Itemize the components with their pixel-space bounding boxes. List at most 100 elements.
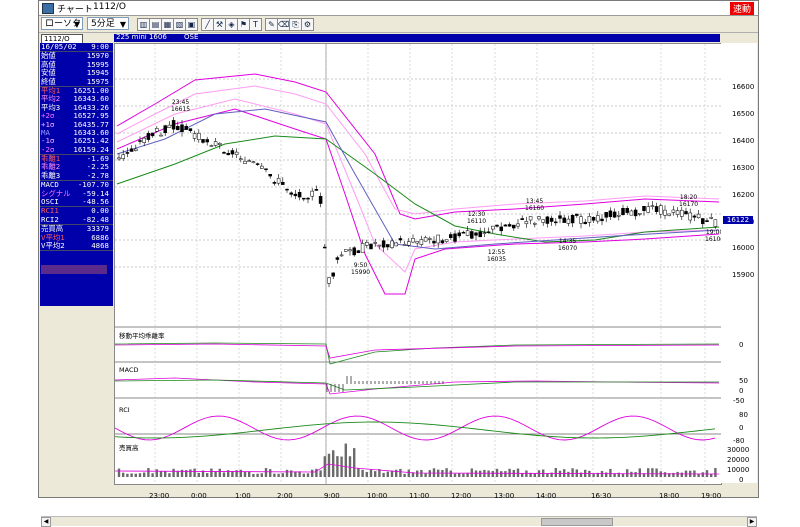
candle-body — [297, 192, 302, 198]
info-row-label: RCI2 — [41, 214, 59, 224]
live-badge[interactable]: 速動 — [729, 2, 754, 15]
volume-bar — [424, 473, 427, 477]
candle-body — [260, 165, 264, 169]
volume-bar — [159, 471, 163, 477]
scroll-right-icon[interactable]: ▶ — [747, 517, 757, 527]
chevron-down-icon: ▼ — [73, 20, 80, 29]
volume-bar — [458, 473, 461, 477]
text-icon[interactable]: T — [249, 18, 262, 31]
time-tick-label: 1:00 — [235, 492, 251, 500]
scroll-thumb[interactable] — [541, 518, 613, 526]
candle-body — [243, 160, 247, 165]
volume-bar — [336, 456, 339, 477]
candle-body — [621, 207, 625, 216]
candle-body — [268, 174, 272, 177]
zoom-icon[interactable]: ▣ — [185, 18, 198, 31]
price-annotation: 18:20 16170 — [679, 194, 698, 208]
toolbar: ローソク ▼ 5分足 ▼ ▥ ▤ ▦ ▧ ▣ ╱ ⚒ ◈ ⚑ T ✎ ⌫ ⎘ ⚙ — [39, 16, 758, 33]
chart-plot[interactable]: 移動平均乖離率 MACD RCI 売買高 23:45 16615 9:50 15990… — [114, 43, 724, 485]
candle-body — [713, 219, 718, 227]
info-row-value: -2.78 — [86, 170, 109, 180]
time-scrollbar[interactable]: ◀ ▶ — [41, 516, 757, 527]
candle-body — [323, 246, 327, 249]
candle-body — [428, 238, 432, 240]
candle-body — [512, 224, 516, 229]
volume-bar — [210, 468, 213, 477]
candle-body — [444, 239, 449, 242]
volume-bar — [117, 468, 121, 477]
time-tick-label: 16:30 — [591, 492, 612, 500]
volume-bar — [130, 473, 133, 477]
candle-body — [671, 209, 676, 213]
volume-bar — [155, 469, 158, 477]
volume-bar — [563, 469, 566, 477]
chart-svg — [115, 44, 721, 484]
volume-bar — [445, 468, 448, 477]
candle-body — [222, 152, 226, 154]
interval-value: 5分足 — [91, 19, 115, 29]
candle-body — [575, 213, 579, 216]
candle-body — [482, 232, 487, 234]
candle-body — [659, 205, 663, 215]
settings-icon[interactable]: ⚙ — [301, 18, 314, 31]
volume-bar — [151, 473, 154, 477]
price-annotation: 12:30 16110 — [467, 211, 487, 225]
candle-body — [608, 210, 613, 218]
candle-body — [180, 124, 184, 133]
candle-body — [633, 209, 638, 217]
candle-body — [440, 240, 445, 244]
volume-bar — [311, 469, 314, 477]
candle-body — [272, 182, 277, 184]
candle-body — [533, 223, 537, 225]
rci-tick-label: 0 — [739, 424, 744, 432]
info-row: V平均2 4868 — [40, 241, 113, 252]
info-time: 9:00 — [91, 42, 109, 51]
volume-bar — [500, 471, 503, 477]
candle-body — [554, 221, 558, 224]
volume-bar — [252, 473, 255, 477]
time-tick-label: 19:00 — [701, 492, 722, 500]
candle-body — [650, 205, 655, 207]
info-row-label: 乖離3 — [41, 170, 61, 180]
volume-bar — [521, 473, 524, 477]
candle-body — [285, 188, 289, 191]
annotation-price: 16070 — [558, 244, 578, 252]
interval-select[interactable]: 5分足 ▼ — [87, 17, 129, 30]
annotation-price: 16035 — [487, 255, 507, 263]
volume-bar — [651, 468, 654, 477]
candle-body — [596, 215, 600, 222]
volume-bar — [504, 471, 507, 477]
volume-bar — [353, 448, 356, 477]
candle-body — [386, 244, 390, 248]
candle-body — [117, 157, 121, 160]
candle-body — [213, 141, 218, 146]
volume-bar — [420, 469, 423, 477]
scroll-left-icon[interactable]: ◀ — [41, 517, 51, 527]
candle-body — [642, 206, 646, 211]
candle-body — [570, 214, 575, 224]
volume-bar — [705, 470, 709, 477]
lower-band-2 — [116, 108, 720, 295]
volume-bar — [214, 471, 217, 477]
rci-tick-label: -80 — [733, 437, 745, 445]
volume-panel-title: 売買高 — [119, 444, 139, 452]
chart-type-select[interactable]: ローソク ▼ — [41, 17, 83, 30]
candle-body — [239, 158, 243, 160]
candle-body — [373, 242, 377, 244]
volume-bar — [147, 468, 150, 477]
candle-body — [150, 132, 155, 137]
annotation-price: 16110 — [467, 217, 487, 225]
candle-body — [306, 197, 310, 200]
candle-body — [654, 206, 659, 212]
candle-body — [327, 277, 331, 284]
title-bar: チャート 1112/O 速動 — [39, 1, 758, 16]
candle-body — [507, 224, 512, 227]
exchange-name: OSE — [184, 33, 199, 41]
candle-body — [663, 209, 667, 216]
macd-tick-label: -50 — [733, 397, 745, 405]
moving-average-mid — [116, 108, 720, 250]
candle-body — [369, 243, 373, 250]
volume-bar — [407, 469, 410, 477]
candle-body — [255, 163, 260, 165]
volume-bar — [193, 468, 196, 477]
